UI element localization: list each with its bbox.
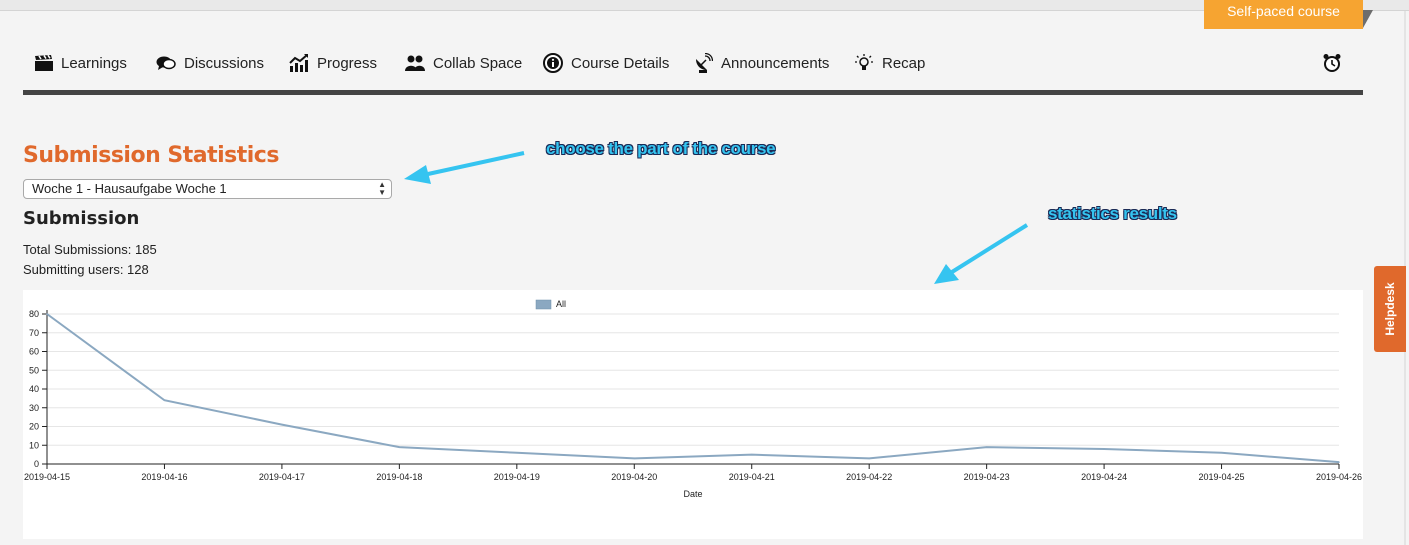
x-tick-label: 2019-04-22: [846, 472, 892, 482]
x-tick-label: 2019-04-18: [376, 472, 422, 482]
series-line-all: [46, 313, 1340, 464]
data-point: [1103, 448, 1105, 450]
data-point: [163, 399, 166, 402]
x-tick-label: 2019-04-20: [611, 472, 657, 482]
legend-label-all: All: [556, 299, 566, 309]
data-point: [1338, 461, 1340, 463]
y-tick-label: 50: [29, 365, 39, 375]
data-point: [985, 446, 988, 448]
helpdesk-label: Helpdesk: [1383, 282, 1397, 336]
legend-swatch: [535, 299, 552, 310]
arrow-to-select-icon: [404, 151, 525, 184]
y-tick-label: 80: [29, 309, 39, 319]
arrow-to-chart-icon: [934, 223, 1029, 284]
x-tick-label: 2019-04-23: [964, 472, 1010, 482]
x-tick-label: 2019-04-17: [259, 472, 305, 482]
x-tick-label: 2019-04-16: [141, 472, 187, 482]
line-chart: 0 10 20 30 40 50 60 70 80 2019-04-15 2019-04-16 20…: [24, 299, 1362, 499]
y-tick-label: 30: [29, 403, 39, 413]
y-tick-label: 20: [29, 422, 39, 432]
data-point: [633, 457, 636, 460]
y-tick-label: 0: [34, 459, 39, 469]
submission-chart: 0 10 20 30 40 50 60 70 80 2019-04-15 2019-04-16 20…: [23, 290, 1363, 539]
data-point: [46, 313, 48, 315]
y-tick-label: 10: [29, 440, 39, 450]
data-point: [1220, 451, 1223, 454]
x-tick-label: 2019-04-15: [24, 472, 70, 482]
y-tick-label: 70: [29, 328, 39, 338]
x-tick-label: 2019-04-26: [1316, 472, 1362, 482]
y-tick-label: 60: [29, 347, 39, 357]
data-point: [868, 457, 870, 460]
x-tick-label: 2019-04-21: [729, 472, 775, 482]
data-point: [398, 446, 401, 448]
data-point: [281, 423, 283, 426]
data-point: [516, 451, 518, 454]
y-tick-label: 40: [29, 384, 39, 394]
helpdesk-button[interactable]: Helpdesk: [1374, 266, 1406, 352]
x-tick-label: 2019-04-25: [1199, 472, 1245, 482]
x-tick-label: 2019-04-19: [494, 472, 540, 482]
x-axis-label: Date: [683, 489, 702, 499]
x-tick-label: 2019-04-24: [1081, 472, 1127, 482]
data-point: [750, 453, 753, 456]
